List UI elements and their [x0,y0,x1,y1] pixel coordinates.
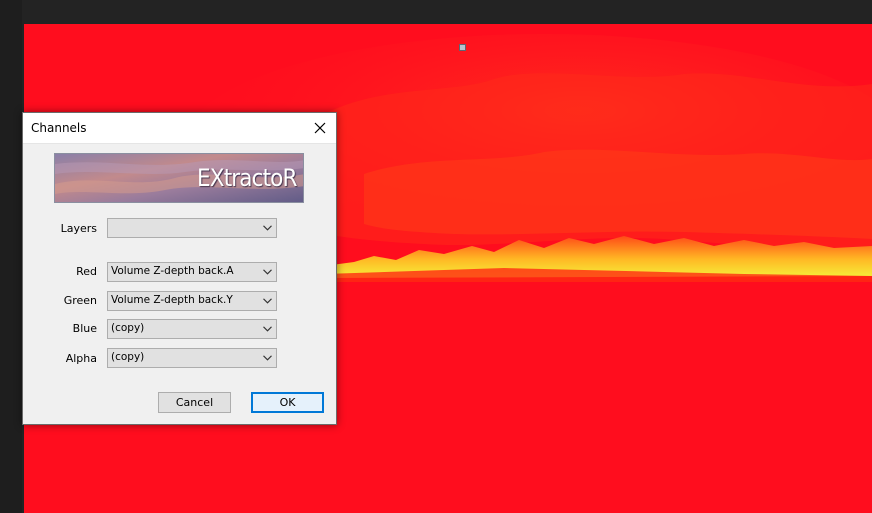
chevron-down-icon [263,326,272,332]
chevron-down-icon [263,355,272,361]
cancel-button[interactable]: Cancel [158,392,231,413]
red-label: Red [76,265,97,278]
chevron-down-icon [263,225,272,231]
alpha-channel-value: (copy) [111,351,145,363]
dialog-titlebar[interactable]: Channels [23,113,336,144]
dialog-title: Channels [31,121,87,135]
close-button[interactable] [304,113,336,143]
blue-label: Blue [72,322,97,335]
blue-channel-value: (copy) [111,322,145,334]
viewer-resize-handle[interactable] [459,44,466,51]
blue-channel-dropdown[interactable]: (copy) [107,319,277,339]
layers-dropdown[interactable] [107,218,277,238]
layers-label: Layers [60,222,97,235]
close-icon [314,122,326,134]
banner-title: EXtractoR [197,164,297,192]
alpha-label: Alpha [65,352,97,365]
green-channel-value: Volume Z-depth back.Y [111,294,233,306]
green-label: Green [63,294,97,307]
red-channel-dropdown[interactable]: Volume Z-depth back.A [107,262,277,282]
chevron-down-icon [263,298,272,304]
red-channel-value: Volume Z-depth back.A [111,265,234,277]
green-channel-dropdown[interactable]: Volume Z-depth back.Y [107,291,277,311]
alpha-channel-dropdown[interactable]: (copy) [107,348,277,368]
channels-dialog: Channels EXtractoR Layers Red Volume Z-d… [22,112,337,425]
chevron-down-icon [263,269,272,275]
extractor-banner: EXtractoR [54,153,304,203]
app-window: Channels EXtractoR Layers Red Volume Z-d… [0,0,872,513]
ok-button[interactable]: OK [251,392,324,413]
left-panel-strip [0,0,22,513]
